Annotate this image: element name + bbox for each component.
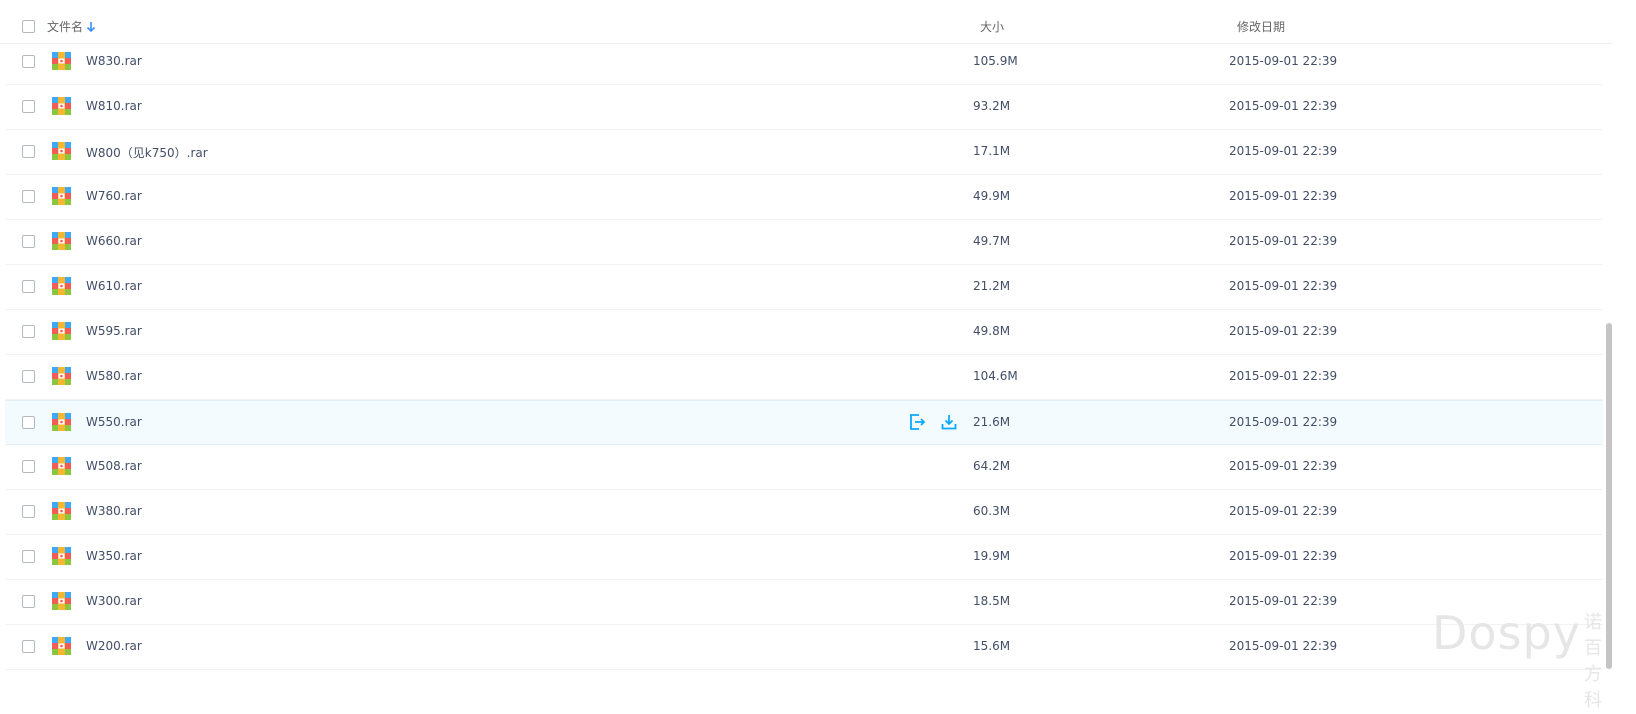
rar-archive-icon: [52, 232, 71, 250]
row-checkbox[interactable]: [22, 595, 35, 608]
row-checkbox[interactable]: [22, 370, 35, 383]
row-checkbox[interactable]: [22, 640, 35, 653]
row-checkbox[interactable]: [22, 100, 35, 113]
row-checkbox[interactable]: [22, 460, 35, 473]
rar-archive-icon: [52, 367, 71, 385]
file-date: 2015-09-01 22:39: [1229, 279, 1338, 293]
file-row[interactable]: W200.rar 15.6M 2015-09-01 22:39: [5, 625, 1603, 670]
file-name[interactable]: W550.rar: [86, 415, 142, 429]
file-name[interactable]: W508.rar: [86, 459, 142, 473]
file-size: 21.6M: [973, 415, 1011, 429]
file-row[interactable]: W550.rar 21.6M 2015-09-01 22:39: [5, 400, 1603, 445]
rar-archive-icon: [52, 277, 71, 295]
file-date: 2015-09-01 22:39: [1229, 504, 1338, 518]
file-date: 2015-09-01 22:39: [1229, 324, 1338, 338]
share-icon[interactable]: [908, 413, 926, 431]
row-checkbox[interactable]: [22, 55, 35, 68]
file-name[interactable]: W595.rar: [86, 324, 142, 338]
file-size: 105.9M: [973, 54, 1018, 68]
file-size: 49.8M: [973, 324, 1011, 338]
file-list-header: 文件名 大小 修改日期: [0, 0, 1612, 44]
rar-archive-icon: [52, 413, 71, 431]
file-row[interactable]: W810.rar 93.2M 2015-09-01 22:39: [5, 85, 1603, 130]
column-header-name-label: 文件名: [47, 20, 84, 34]
rar-archive-icon: [52, 187, 71, 205]
row-checkbox[interactable]: [22, 190, 35, 203]
file-date: 2015-09-01 22:39: [1229, 639, 1338, 653]
watermark-logo-cn: 诺百方科: [1584, 612, 1602, 711]
file-size: 64.2M: [973, 459, 1011, 473]
file-size: 49.9M: [973, 189, 1011, 203]
row-actions: [908, 413, 958, 431]
rar-archive-icon: [52, 457, 71, 475]
file-name[interactable]: W830.rar: [86, 54, 142, 68]
file-name[interactable]: W810.rar: [86, 99, 142, 113]
row-checkbox[interactable]: [22, 325, 35, 338]
file-size: 49.7M: [973, 234, 1011, 248]
rar-archive-icon: [52, 97, 71, 115]
rar-archive-icon: [52, 502, 71, 520]
row-checkbox[interactable]: [22, 416, 35, 429]
file-row[interactable]: W610.rar 21.2M 2015-09-01 22:39: [5, 265, 1603, 310]
file-rows: W830.rar 105.9M 2015-09-01 22:39 W810.ra…: [5, 40, 1603, 670]
file-size: 60.3M: [973, 504, 1011, 518]
rar-archive-icon: [52, 547, 71, 565]
file-size: 19.9M: [973, 549, 1011, 563]
column-header-size[interactable]: 大小: [980, 18, 1004, 35]
file-name[interactable]: W800（见k750）.rar: [86, 144, 208, 161]
rar-archive-icon: [52, 52, 71, 70]
file-row[interactable]: W580.rar 104.6M 2015-09-01 22:39: [5, 355, 1603, 400]
file-size: 93.2M: [973, 99, 1011, 113]
file-date: 2015-09-01 22:39: [1229, 459, 1338, 473]
watermark-logo: Dospy: [1432, 606, 1581, 660]
column-header-name[interactable]: 文件名: [47, 18, 96, 35]
file-date: 2015-09-01 22:39: [1229, 99, 1338, 113]
file-date: 2015-09-01 22:39: [1229, 189, 1338, 203]
file-name[interactable]: W660.rar: [86, 234, 142, 248]
row-checkbox[interactable]: [22, 280, 35, 293]
file-size: 17.1M: [973, 144, 1011, 158]
file-date: 2015-09-01 22:39: [1229, 144, 1338, 158]
rar-archive-icon: [52, 142, 71, 160]
file-size: 104.6M: [973, 369, 1018, 383]
download-icon[interactable]: [940, 413, 958, 431]
file-name[interactable]: W760.rar: [86, 189, 142, 203]
row-checkbox[interactable]: [22, 550, 35, 563]
file-size: 21.2M: [973, 279, 1011, 293]
file-name[interactable]: W580.rar: [86, 369, 142, 383]
row-checkbox[interactable]: [22, 235, 35, 248]
column-header-date[interactable]: 修改日期: [1237, 18, 1285, 35]
file-name[interactable]: W200.rar: [86, 639, 142, 653]
file-date: 2015-09-01 22:39: [1229, 369, 1338, 383]
file-name[interactable]: W610.rar: [86, 279, 142, 293]
file-date: 2015-09-01 22:39: [1229, 594, 1338, 608]
file-date: 2015-09-01 22:39: [1229, 415, 1338, 429]
file-row[interactable]: W830.rar 105.9M 2015-09-01 22:39: [5, 40, 1603, 85]
file-date: 2015-09-01 22:39: [1229, 234, 1338, 248]
sort-down-arrow-icon: [86, 21, 96, 32]
select-all-checkbox[interactable]: [22, 20, 35, 33]
file-name[interactable]: W300.rar: [86, 594, 142, 608]
file-name[interactable]: W380.rar: [86, 504, 142, 518]
row-checkbox[interactable]: [22, 505, 35, 518]
file-date: 2015-09-01 22:39: [1229, 549, 1338, 563]
rar-archive-icon: [52, 322, 71, 340]
file-row[interactable]: W660.rar 49.7M 2015-09-01 22:39: [5, 220, 1603, 265]
file-row[interactable]: W508.rar 64.2M 2015-09-01 22:39: [5, 445, 1603, 490]
file-row[interactable]: W350.rar 19.9M 2015-09-01 22:39: [5, 535, 1603, 580]
file-date: 2015-09-01 22:39: [1229, 54, 1338, 68]
rar-archive-icon: [52, 592, 71, 610]
row-checkbox[interactable]: [22, 145, 35, 158]
rar-archive-icon: [52, 637, 71, 655]
file-row[interactable]: W800（见k750）.rar 17.1M 2015-09-01 22:39: [5, 130, 1603, 175]
file-name[interactable]: W350.rar: [86, 549, 142, 563]
file-row[interactable]: W300.rar 18.5M 2015-09-01 22:39: [5, 580, 1603, 625]
file-size: 18.5M: [973, 594, 1011, 608]
file-row[interactable]: W760.rar 49.9M 2015-09-01 22:39: [5, 175, 1603, 220]
file-size: 15.6M: [973, 639, 1011, 653]
file-list: 文件名 大小 修改日期 W830.rar 105.9M 2015-09-01 2…: [0, 0, 1636, 711]
file-row[interactable]: W595.rar 49.8M 2015-09-01 22:39: [5, 310, 1603, 355]
file-row[interactable]: W380.rar 60.3M 2015-09-01 22:39: [5, 490, 1603, 535]
